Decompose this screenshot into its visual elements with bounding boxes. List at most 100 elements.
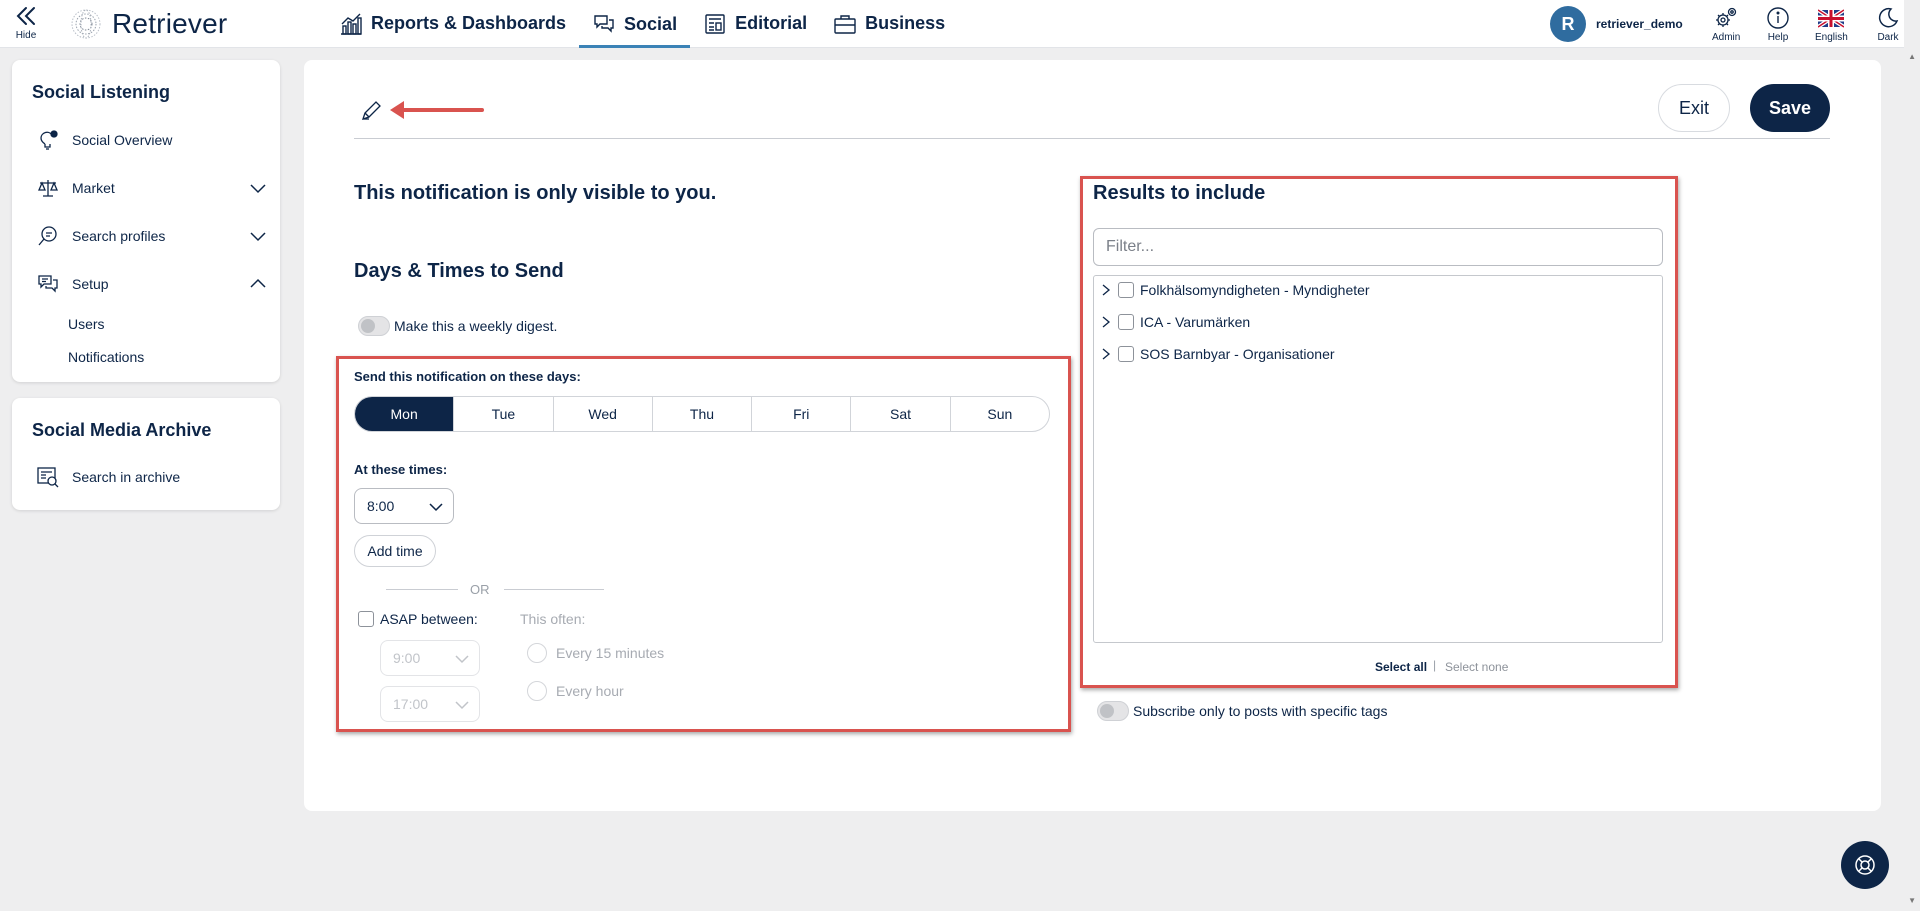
user-menu[interactable]: R retriever_demo [1550,6,1683,42]
select-all-link[interactable]: Select all [1375,660,1427,674]
avatar: R [1550,6,1586,42]
pencil-icon[interactable] [360,98,384,122]
select-separator: | [1433,658,1437,672]
time-select[interactable]: 8:00 [354,488,454,524]
add-time-button[interactable]: Add time [354,535,436,567]
tree-item-label: ICA - Varumärken [1140,314,1251,330]
chevron-down-icon [455,701,469,710]
scrollbar-up-arrow[interactable]: ▲ [1908,52,1916,61]
day-sat[interactable]: Sat [851,397,951,431]
nav-business[interactable]: Business [820,0,958,47]
every-15-minutes-label: Every 15 minutes [556,645,665,661]
specific-tags-toggle[interactable] [1097,701,1129,721]
weekly-digest-label: Make this a weekly digest. [394,318,558,334]
username: retriever_demo [1596,17,1683,31]
asap-start-select[interactable]: 9:00 [380,640,480,676]
sidebar-item-social-overview[interactable]: Social Overview [36,125,266,155]
day-tue[interactable]: Tue [454,397,554,431]
newspaper-icon [705,13,725,34]
language-label: English [1815,32,1848,43]
chevron-up-icon[interactable] [250,276,266,292]
sidebar-item-label: Search in archive [72,469,181,485]
social-listening-title: Social Listening [32,82,171,102]
results-heading: Results to include [1093,182,1266,204]
nav-social[interactable]: Social [579,0,691,48]
sidebar-item-setup[interactable]: Setup [36,269,266,299]
tree-item[interactable]: SOS Barnbyar - Organisationer [1100,342,1335,366]
tree-item-checkbox[interactable] [1118,282,1134,298]
social-media-archive-card: Social Media Archive Search in archive [12,398,280,510]
asap-checkbox[interactable] [358,611,374,627]
hide-sidebar-button[interactable]: Hide [12,4,40,44]
nav-editorial[interactable]: Editorial [690,0,820,47]
top-bar: Hide Retriever Reports & Dashboards Soci… [0,0,1904,48]
visibility-notice: This notification is only visible to you… [354,182,717,204]
nav-editorial-label: Editorial [735,13,808,33]
chevron-right-icon[interactable] [1100,316,1112,328]
tree-item[interactable]: Folkhälsomyndigheten - Myndigheter [1100,278,1370,302]
moon-icon [1878,7,1899,28]
chevron-right-icon[interactable] [1100,348,1112,360]
tree-item-label: Folkhälsomyndigheten - Myndigheter [1140,282,1370,298]
tree-item-checkbox[interactable] [1118,314,1134,330]
chat-bubbles-icon [594,15,614,33]
day-thu[interactable]: Thu [653,397,753,431]
radio-every-hour[interactable] [527,681,547,701]
bar-chart-icon [341,13,362,35]
day-mon[interactable]: Mon [355,397,455,431]
language-button[interactable]: English [1815,6,1848,43]
admin-button[interactable]: Admin [1712,6,1740,43]
briefcase-icon [834,14,856,34]
chevron-right-icon[interactable] [1100,284,1112,296]
days-times-heading: Days & Times to Send [354,260,564,282]
results-filter-input[interactable] [1093,228,1663,266]
sidebar-item-label: Search profiles [72,228,166,244]
sidebar-item-label: Setup [72,276,109,292]
tree-item-checkbox[interactable] [1118,346,1134,362]
weekly-digest-toggle[interactable] [358,316,390,336]
chevron-down-icon [455,655,469,664]
help-button[interactable]: Help [1766,6,1790,43]
nav-social-label: Social [624,13,678,34]
results-tree: Folkhälsomyndigheten - Myndigheter ICA -… [1093,275,1663,643]
annotation-arrow-icon [390,101,484,119]
time-select-value: 8:00 [367,498,395,514]
sidebar-item-search-archive[interactable]: Search in archive [36,462,266,492]
info-icon [1767,7,1789,29]
or-divider-left [386,589,458,590]
sidebar-item-market[interactable]: Market [36,173,266,203]
day-fri[interactable]: Fri [752,397,852,431]
exit-button[interactable]: Exit [1658,84,1730,132]
retriever-logo[interactable]: Retriever [70,8,227,40]
asap-end-select[interactable]: 17:00 [380,686,480,722]
day-wed[interactable]: Wed [554,397,653,431]
archive-title: Social Media Archive [32,420,212,440]
dark-mode-button[interactable]: Dark [1876,6,1900,43]
save-button[interactable]: Save [1750,84,1830,132]
sidebar-subitem-notifications[interactable]: Notifications [68,349,144,365]
chevron-down-icon[interactable] [250,228,266,244]
support-button[interactable] [1841,841,1889,889]
lifebuoy-icon [1855,855,1875,875]
nav-reports-dashboards[interactable]: Reports & Dashboards [326,0,579,47]
chevron-down-icon[interactable] [250,180,266,196]
chat-settings-icon [38,275,58,293]
archive-search-icon [37,467,59,488]
admin-label: Admin [1712,32,1741,43]
tree-item[interactable]: ICA - Varumärken [1100,310,1250,334]
asap-label: ASAP between: [380,611,478,627]
scales-icon [38,180,58,197]
logo-text: Retriever [112,8,228,39]
radio-every-15-minutes[interactable] [527,643,547,663]
scrollbar-down-arrow[interactable]: ▼ [1908,896,1916,905]
days-selector: Mon Tue Wed Thu Fri Sat Sun [354,396,1050,432]
double-chevron-left-icon [16,7,35,25]
sidebar-item-label: Market [72,180,115,196]
nav-business-label: Business [865,13,946,33]
social-listening-card: Social Listening Social Overview Market … [12,60,280,382]
select-none-link[interactable]: Select none [1445,660,1508,674]
sidebar-subitem-users[interactable]: Users [68,316,105,332]
sidebar-item-search-profiles[interactable]: Search profiles [36,221,266,251]
day-sun[interactable]: Sun [951,397,1049,431]
lightbulb-icon [40,130,58,150]
